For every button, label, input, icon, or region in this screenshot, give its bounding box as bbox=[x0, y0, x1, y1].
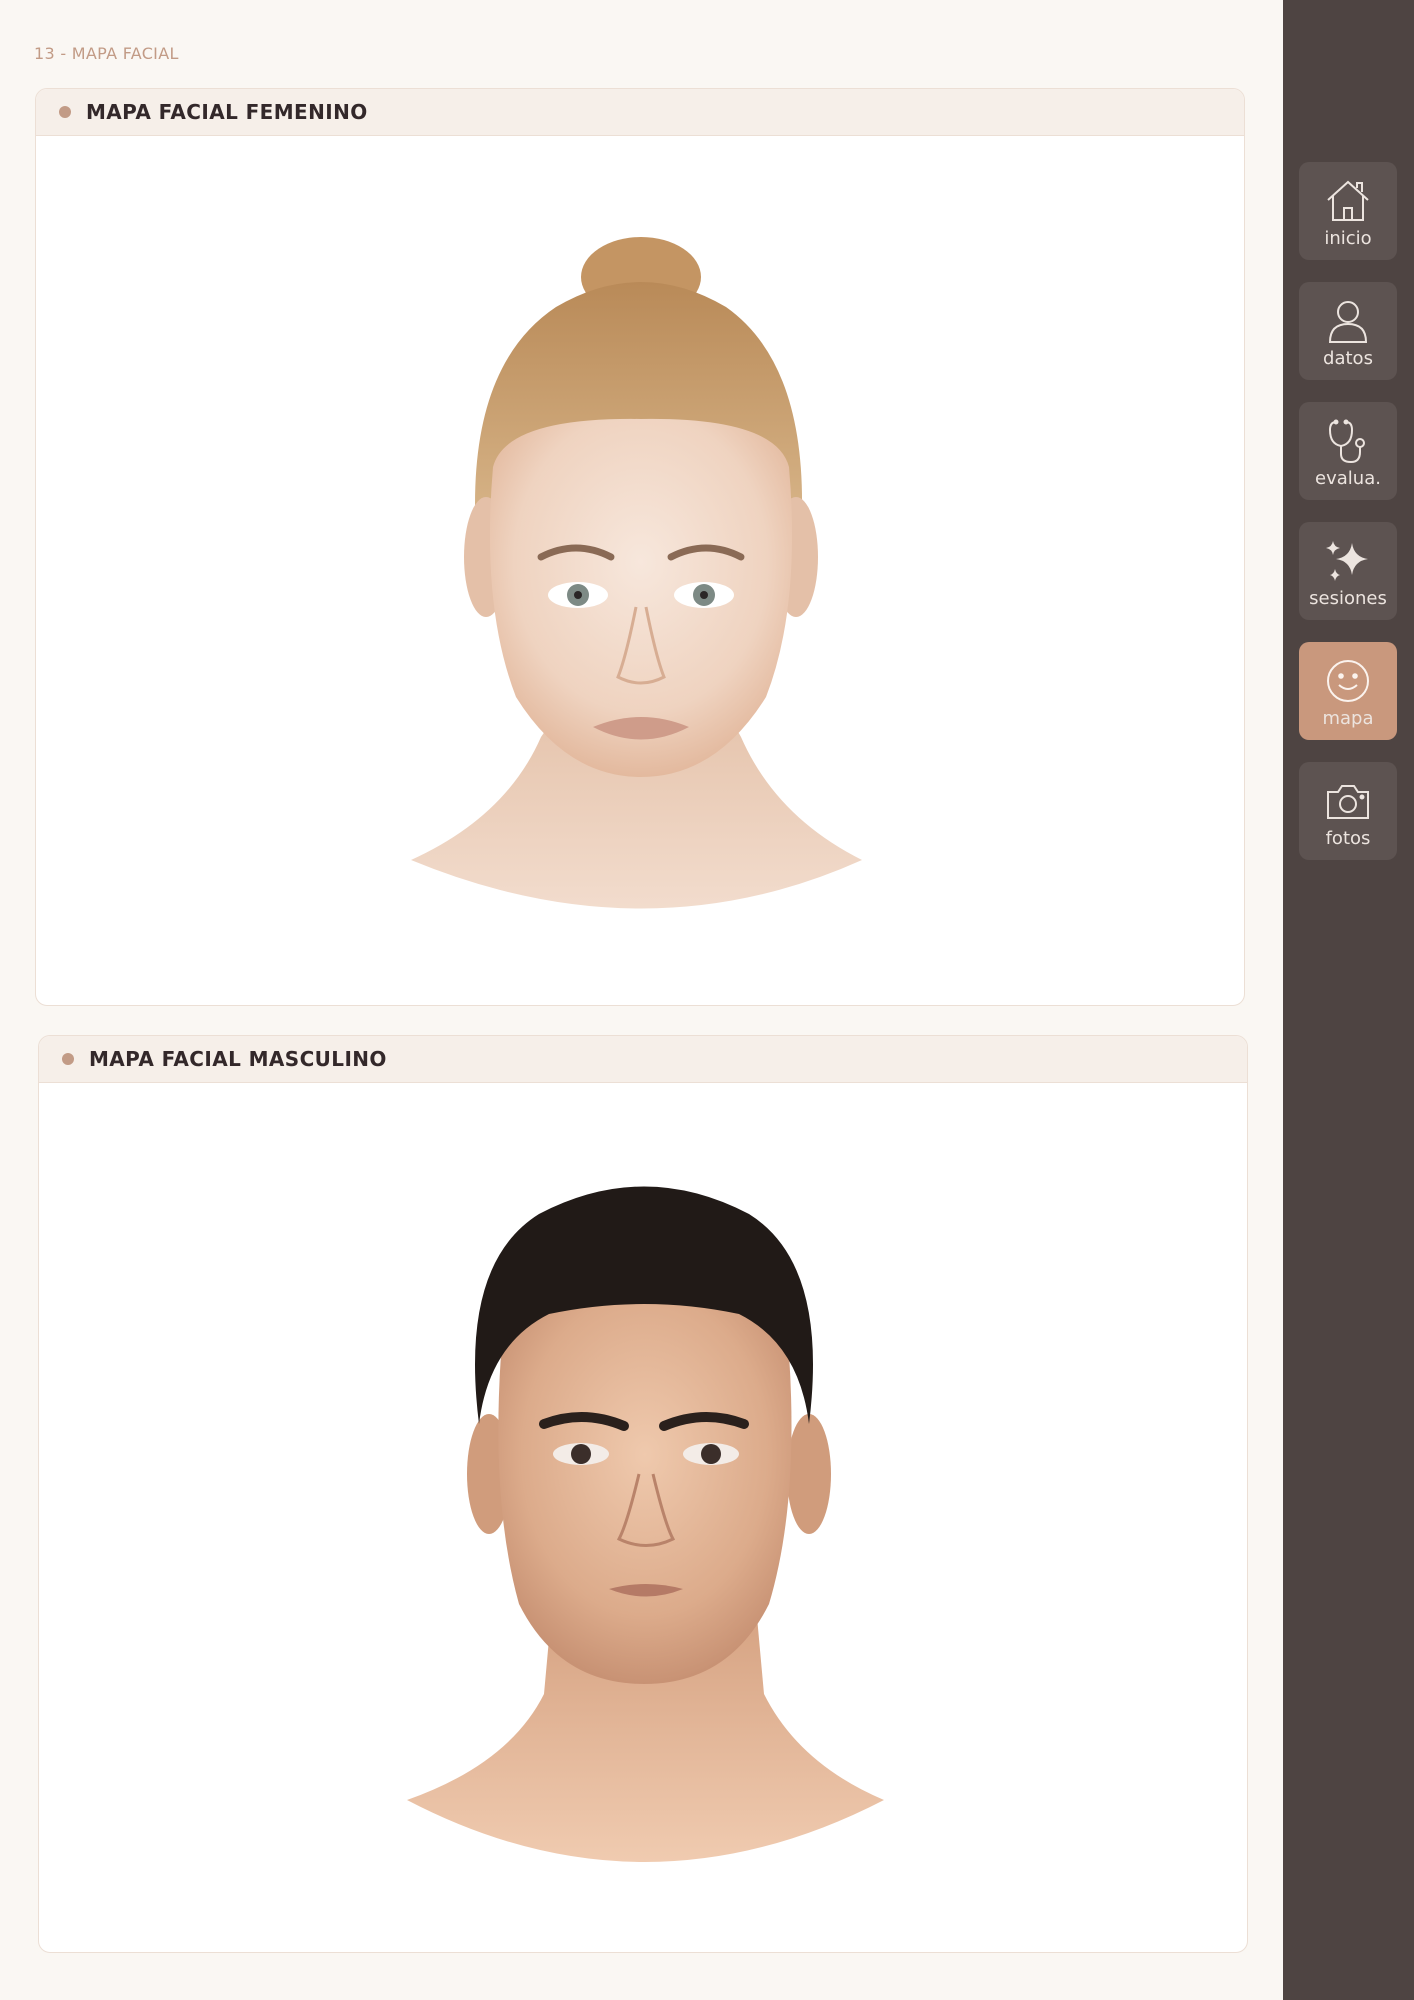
user-icon bbox=[1323, 296, 1373, 346]
sidebar-item-label: fotos bbox=[1325, 828, 1371, 849]
sidebar-item-label: sesiones bbox=[1309, 588, 1387, 609]
sidebar-item-label: mapa bbox=[1322, 708, 1374, 729]
female-facial-map-panel: MAPA FACIAL FEMENINO bbox=[35, 88, 1245, 1006]
sparkles-icon bbox=[1323, 536, 1373, 586]
section-dot-icon bbox=[59, 106, 71, 118]
section-dot-icon bbox=[62, 1053, 74, 1065]
male-face-image[interactable] bbox=[39, 1084, 1248, 1952]
sidebar-item-fotos[interactable]: fotos bbox=[1299, 762, 1397, 860]
sidebar-item-label: inicio bbox=[1324, 228, 1372, 249]
sidebar-item-label: evalua. bbox=[1315, 468, 1381, 489]
camera-icon bbox=[1323, 776, 1373, 826]
home-icon bbox=[1323, 176, 1373, 226]
sidebar-item-sesiones[interactable]: sesiones bbox=[1299, 522, 1397, 620]
female-face-image[interactable] bbox=[36, 137, 1245, 1005]
male-facial-map-panel: MAPA FACIAL MASCULINO bbox=[38, 1035, 1248, 1953]
sidebar-item-mapa[interactable]: mapa bbox=[1299, 642, 1397, 740]
stethoscope-icon bbox=[1323, 416, 1373, 466]
sidebar-item-datos[interactable]: datos bbox=[1299, 282, 1397, 380]
male-panel-title: MAPA FACIAL MASCULINO bbox=[89, 1047, 387, 1071]
male-panel-header: MAPA FACIAL MASCULINO bbox=[39, 1036, 1247, 1083]
smiley-icon bbox=[1323, 656, 1373, 706]
page-label: 13 - MAPA FACIAL bbox=[34, 44, 179, 63]
female-panel-title: MAPA FACIAL FEMENINO bbox=[86, 100, 368, 124]
sidebar-nav: inicio datos evalua. sesiones mapa fotos bbox=[1283, 0, 1414, 2000]
sidebar-item-evalua[interactable]: evalua. bbox=[1299, 402, 1397, 500]
sidebar-item-inicio[interactable]: inicio bbox=[1299, 162, 1397, 260]
female-panel-header: MAPA FACIAL FEMENINO bbox=[36, 89, 1244, 136]
sidebar-item-label: datos bbox=[1323, 348, 1373, 369]
